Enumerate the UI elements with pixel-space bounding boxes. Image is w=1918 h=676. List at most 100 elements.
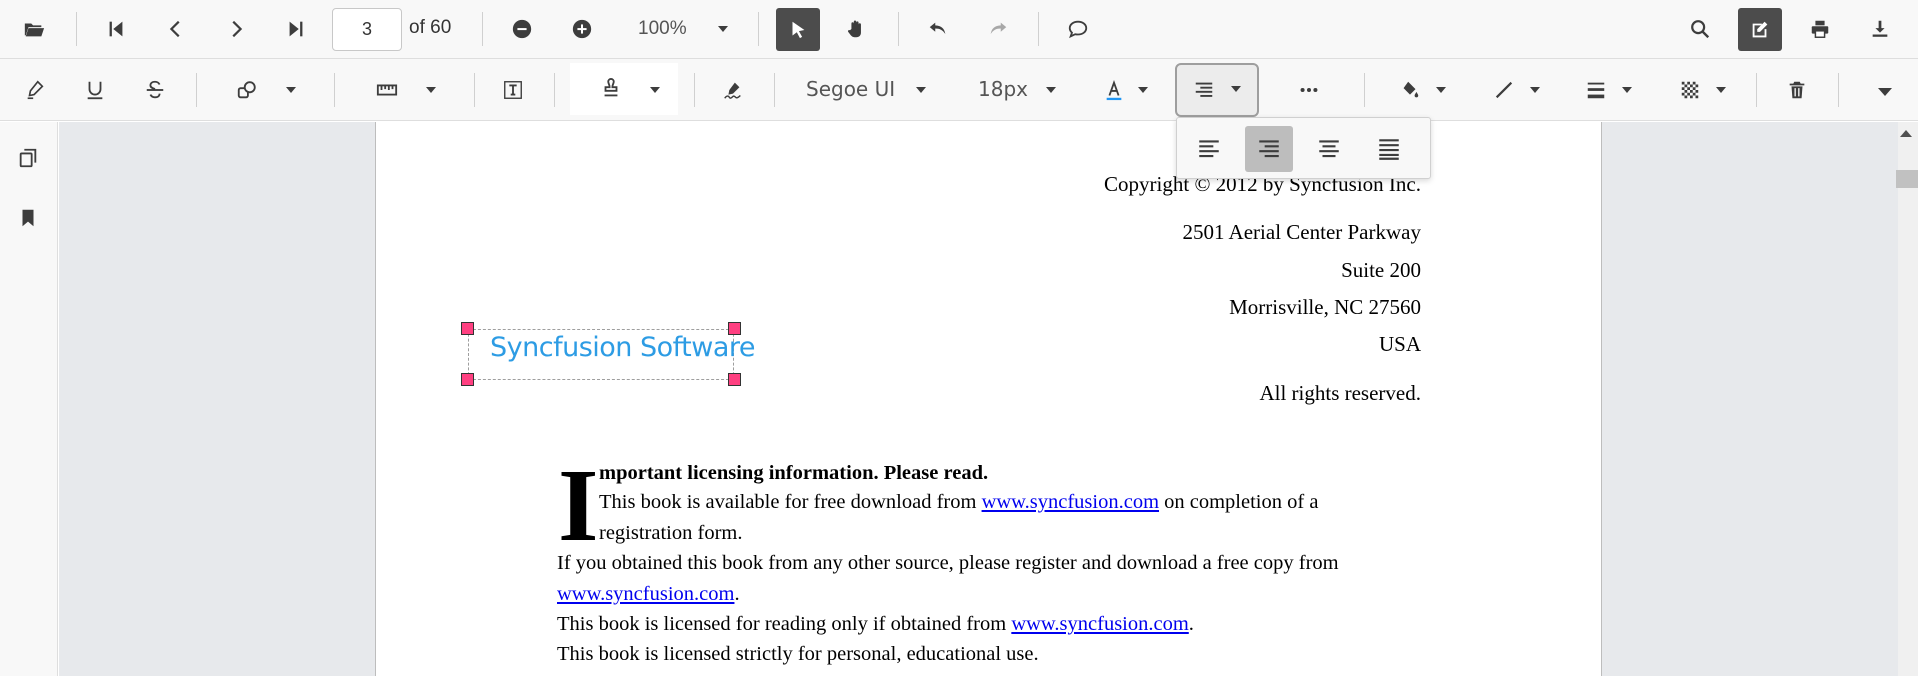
- font-family-value: Segoe UI: [806, 77, 896, 101]
- separator: [758, 12, 759, 46]
- stroke-color-dropdown[interactable]: [1486, 73, 1546, 107]
- pdf-page[interactable]: Copyright © 2012 by Syncfusion Inc. 2501…: [375, 122, 1602, 676]
- redo-icon[interactable]: [978, 12, 1018, 46]
- more-icon[interactable]: [1290, 73, 1328, 107]
- comment-icon[interactable]: [1058, 12, 1098, 46]
- thickness-dropdown[interactable]: [1578, 73, 1638, 107]
- folder-open-icon[interactable]: [14, 12, 54, 46]
- hand-icon[interactable]: [836, 12, 876, 46]
- page-thumbnails-icon[interactable]: [12, 142, 44, 174]
- zoom-out-icon[interactable]: [502, 12, 542, 46]
- align-left-button[interactable]: [1185, 126, 1233, 172]
- separator: [1838, 73, 1839, 107]
- strikethrough-icon[interactable]: [136, 73, 174, 107]
- font-family-dropdown[interactable]: Segoe UI: [796, 73, 936, 107]
- syncfusion-link[interactable]: www.syncfusion.com: [982, 491, 1159, 513]
- rights-line: All rights reserved.: [1259, 381, 1421, 405]
- chevron-down-icon: [1138, 87, 1148, 93]
- resize-handle[interactable]: [461, 322, 474, 335]
- text-align-popup: [1176, 117, 1431, 179]
- text: .: [1188, 613, 1194, 635]
- pointer-icon[interactable]: [776, 8, 820, 51]
- close-annotation-toolbar-button[interactable]: [1868, 73, 1902, 107]
- resize-handle[interactable]: [461, 373, 474, 386]
- separator: [76, 12, 77, 46]
- chevron-down-icon: [1530, 87, 1540, 93]
- stroke-color-icon: [1486, 73, 1522, 107]
- download-icon[interactable]: [1860, 12, 1900, 46]
- chevron-down-icon: [718, 26, 728, 32]
- scrollbar-thumb[interactable]: [1896, 170, 1918, 188]
- align-right-icon: [1187, 73, 1221, 107]
- last-page-icon[interactable]: [276, 12, 316, 46]
- delete-icon[interactable]: [1778, 73, 1816, 107]
- prev-page-icon[interactable]: [156, 12, 196, 46]
- separator: [774, 73, 775, 107]
- search-icon[interactable]: [1680, 12, 1720, 46]
- separator: [1038, 12, 1039, 46]
- syncfusion-link[interactable]: www.syncfusion.com: [1011, 613, 1188, 635]
- print-icon[interactable]: [1800, 12, 1840, 46]
- resize-handle[interactable]: [728, 373, 741, 386]
- font-size-value: 18px: [978, 77, 1028, 101]
- separator: [554, 73, 555, 107]
- chevron-down-icon: [916, 87, 926, 93]
- separator: [1364, 73, 1365, 107]
- signature-icon[interactable]: [714, 73, 752, 107]
- opacity-icon: [1672, 73, 1708, 107]
- shape-tool-dropdown[interactable]: [228, 73, 308, 107]
- fill-color-dropdown[interactable]: [1392, 73, 1452, 107]
- free-text-annotation[interactable]: Syncfusion Software: [490, 332, 756, 363]
- separator: [694, 73, 695, 107]
- zoom-in-icon[interactable]: [562, 12, 602, 46]
- separator: [898, 12, 899, 46]
- align-left-icon: [1199, 140, 1219, 158]
- free-text-icon[interactable]: [494, 73, 532, 107]
- licensing-heading: mportant licensing information. Please r…: [599, 462, 989, 484]
- syncfusion-link[interactable]: www.syncfusion.com: [557, 583, 734, 605]
- measure-tool-dropdown[interactable]: [368, 73, 448, 107]
- chevron-down-icon: [286, 87, 296, 93]
- align-right-button[interactable]: [1245, 126, 1293, 172]
- highlight-icon[interactable]: [16, 73, 54, 107]
- paragraph-line: registration form.: [599, 522, 743, 544]
- separator: [1756, 73, 1757, 107]
- chevron-down-icon: [1436, 87, 1446, 93]
- thickness-icon: [1578, 73, 1614, 107]
- next-page-icon[interactable]: [216, 12, 256, 46]
- align-right-icon: [1259, 140, 1279, 158]
- underline-icon[interactable]: [76, 73, 114, 107]
- drop-cap: I: [558, 448, 599, 563]
- address-line: USA: [1378, 332, 1421, 356]
- font-color-dropdown[interactable]: [1096, 73, 1156, 107]
- page-number-input[interactable]: 3: [332, 8, 402, 51]
- separator: [334, 73, 335, 107]
- zoom-dropdown[interactable]: 100%: [628, 12, 736, 46]
- chevron-down-icon: [1046, 87, 1056, 93]
- undo-icon[interactable]: [918, 12, 958, 46]
- paragraph-line: This book is licensed strictly for perso…: [557, 643, 1039, 665]
- chevron-down-icon: [650, 87, 660, 93]
- text-align-dropdown[interactable]: [1175, 63, 1259, 117]
- vertical-scrollbar[interactable]: [1898, 122, 1918, 676]
- chevron-down-icon: [1878, 88, 1892, 96]
- chevron-down-icon: [1622, 87, 1632, 93]
- align-center-button[interactable]: [1305, 126, 1353, 172]
- address-line: Suite 200: [1341, 258, 1421, 282]
- scroll-up-arrow-icon[interactable]: [1900, 130, 1912, 137]
- bookmarks-icon[interactable]: [12, 202, 44, 234]
- paragraph-line: If you obtained this book from any other…: [557, 552, 1339, 574]
- edit-annotation-icon[interactable]: [1738, 8, 1782, 51]
- chevron-down-icon: [426, 87, 436, 93]
- paragraph-line: This book is licensed for reading only i…: [557, 613, 1194, 636]
- resize-handle[interactable]: [728, 322, 741, 335]
- font-size-dropdown[interactable]: 18px: [968, 73, 1058, 107]
- opacity-dropdown[interactable]: [1672, 73, 1732, 107]
- stamp-icon: [592, 72, 630, 106]
- align-justify-button[interactable]: [1365, 126, 1413, 172]
- text: This book is available for free download…: [599, 491, 982, 513]
- separator: [474, 73, 475, 107]
- stamp-tool-dropdown[interactable]: [570, 63, 678, 115]
- total-pages-label: of 60: [409, 17, 452, 38]
- first-page-icon[interactable]: [96, 12, 136, 46]
